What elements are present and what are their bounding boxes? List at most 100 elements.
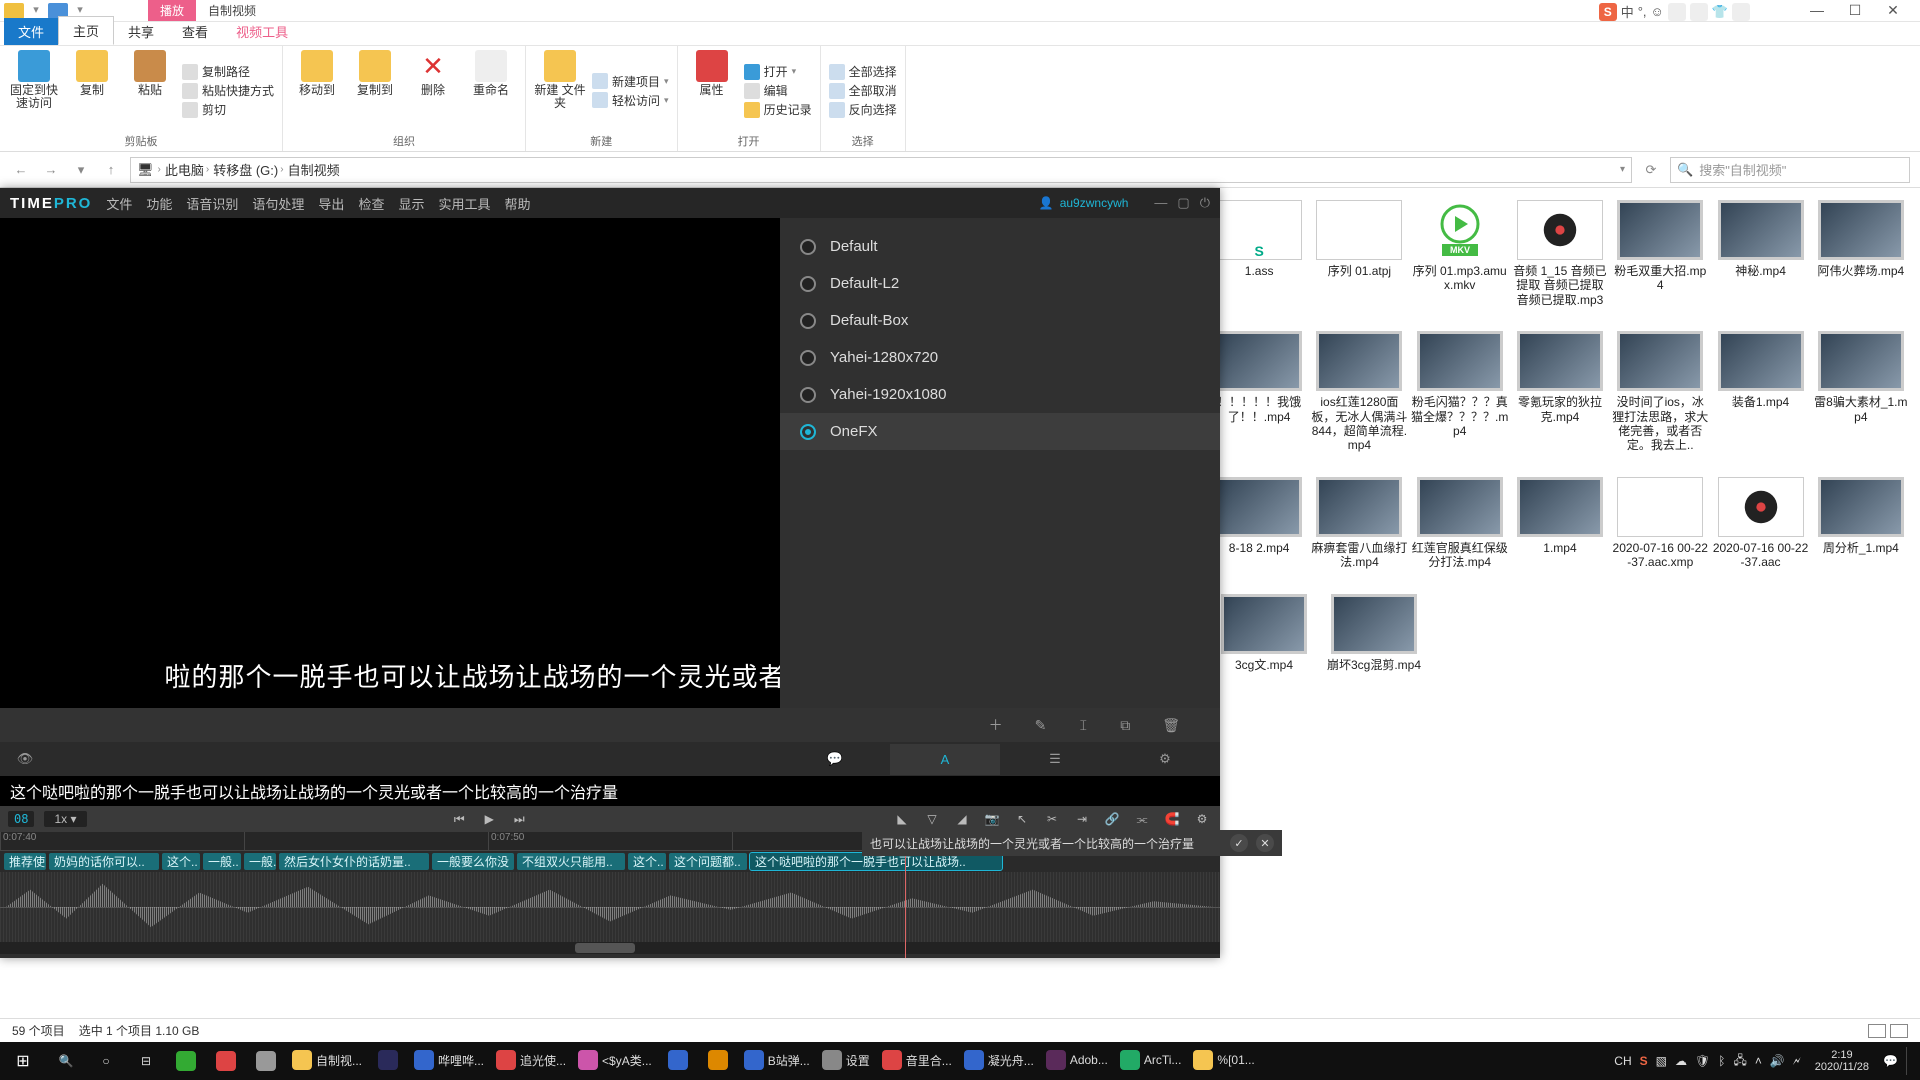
ime-kbd-icon[interactable] <box>1668 3 1686 21</box>
copy-path-button[interactable]: 复制路径 <box>182 63 274 80</box>
style-option[interactable]: Default-L2 <box>780 265 1220 302</box>
search-input[interactable]: 🔍 搜索"自制视频" <box>1670 157 1910 183</box>
up-button[interactable]: ↑ <box>100 162 122 177</box>
prev-button[interactable]: ⏮ <box>449 812 469 827</box>
subtitle-clip[interactable]: 一般. <box>244 853 276 870</box>
view-icons-button[interactable] <box>1890 1024 1908 1038</box>
tab-settings[interactable]: ⚙ <box>1110 743 1220 775</box>
copy-to-button[interactable]: 复制到 <box>349 50 401 131</box>
select-none-button[interactable]: 全部取消 <box>829 82 897 99</box>
copy-button[interactable]: 复制 <box>66 50 118 131</box>
subtitle-clip[interactable]: 推荐使 <box>4 853 46 870</box>
file-item[interactable]: S1.ass <box>1210 200 1308 307</box>
paste-button[interactable]: 粘贴 <box>124 50 176 131</box>
timeline-scrollbar[interactable] <box>0 942 1220 954</box>
marker-out-icon[interactable]: ◢ <box>952 812 972 826</box>
tray-battery-icon[interactable]: 🗲 <box>1793 1054 1801 1069</box>
pinned-app[interactable] <box>206 1042 246 1080</box>
tray-vol-icon[interactable]: 🔊 <box>1770 1054 1785 1068</box>
next-button[interactable]: ⏭ <box>509 812 529 827</box>
taskbar-app[interactable]: %[01... <box>1187 1042 1260 1080</box>
file-item[interactable]: 周分析_1.mp4 <box>1812 477 1910 570</box>
taskbar-app[interactable] <box>658 1042 698 1080</box>
snapshot-button[interactable]: 📷 <box>982 812 1002 826</box>
marker-in-icon[interactable]: ◣ <box>892 812 912 826</box>
task-view-button[interactable]: ⊟ <box>126 1042 166 1080</box>
style-option[interactable]: OneFX <box>780 413 1220 450</box>
refresh-button[interactable]: ⟳ <box>1640 162 1662 178</box>
easy-access-button[interactable]: 轻松访问▾ <box>592 92 669 109</box>
duplicate-style-button[interactable]: ⧉ <box>1120 717 1130 734</box>
file-item[interactable]: 神秘.mp4 <box>1711 200 1809 307</box>
style-option[interactable]: Default-Box <box>780 302 1220 339</box>
taskbar-app[interactable]: 自制视... <box>286 1042 368 1080</box>
tray-icon[interactable]: ▧ <box>1656 1054 1667 1068</box>
tab-share[interactable]: 共享 <box>114 18 168 45</box>
new-item-button[interactable]: 新建项目▾ <box>592 73 669 90</box>
maximize-button[interactable]: ☐ <box>1840 2 1870 19</box>
file-item[interactable]: MKV序列 01.mp3.amux.mkv <box>1411 200 1509 307</box>
file-item[interactable]: 2020-07-16 00-22-37.aac.xmp <box>1611 477 1709 570</box>
video-preview[interactable]: 啦的那个一脱手也可以让战场让战场的一个灵光或者一个比较高的一个治疗 Defaul… <box>0 218 1220 708</box>
text-cursor-button[interactable]: 𝙸 <box>1078 717 1088 734</box>
taskbar-app[interactable]: 设置 <box>816 1042 876 1080</box>
style-option[interactable]: Yahei-1280x720 <box>780 339 1220 376</box>
file-item[interactable]: 阿伟火葬场.mp4 <box>1812 200 1910 307</box>
file-item[interactable]: 1.mp4 <box>1511 477 1609 570</box>
taskbar-app[interactable]: 音里合... <box>876 1042 958 1080</box>
breadcrumb-folder[interactable]: 自制视频 <box>288 160 340 179</box>
delete-style-button[interactable]: 🗑 <box>1162 717 1180 734</box>
cursor-tool[interactable]: ↖ <box>1012 812 1032 826</box>
confirm-button[interactable]: ✓ <box>1230 834 1248 852</box>
style-option[interactable]: Yahei-1920x1080 <box>780 376 1220 413</box>
speed-selector[interactable]: 1x ▾ <box>44 811 86 827</box>
file-item[interactable]: 装备1.mp4 <box>1711 331 1809 453</box>
editor-menu-item[interactable]: 功能 <box>146 194 172 213</box>
editor-menu-item[interactable]: 实用工具 <box>438 194 490 213</box>
properties-button[interactable]: 属性 <box>686 50 738 131</box>
taskbar-app[interactable]: 凝光舟... <box>958 1042 1040 1080</box>
tab-view[interactable]: 查看 <box>168 18 222 45</box>
minimize-button[interactable]: — <box>1802 2 1832 19</box>
start-button[interactable]: ⊞ <box>0 1042 46 1080</box>
file-item[interactable]: 序列 01.atpj <box>1310 200 1408 307</box>
subtitle-clip[interactable]: 一般.. <box>203 853 241 870</box>
subtitle-clip[interactable]: 这个.. <box>162 853 200 870</box>
history-button[interactable]: 历史记录 <box>744 101 812 118</box>
file-item[interactable]: ios红莲1280面板，无冰人偶满斗844，超简单流程.mp4 <box>1310 331 1408 453</box>
editor-minimize[interactable]: — <box>1154 195 1167 211</box>
file-item[interactable]: 粉毛双重大招.mp4 <box>1611 200 1709 307</box>
taskbar-app[interactable]: <$yA类... <box>572 1042 658 1080</box>
select-all-button[interactable]: 全部选择 <box>829 63 897 80</box>
delete-button[interactable]: ✕删除 <box>407 50 459 131</box>
file-item[interactable]: 2020-07-16 00-22-37.aac <box>1711 477 1809 570</box>
editor-menu-item[interactable]: 语句处理 <box>252 194 304 213</box>
new-folder-button[interactable]: 新建 文件夹 <box>534 50 586 131</box>
visibility-toggle[interactable]: 👁 <box>0 751 50 767</box>
ime-tool-icon[interactable] <box>1690 3 1708 21</box>
tab-comment[interactable]: 💬 <box>780 743 890 775</box>
file-item[interactable]: 红莲官服真红保级分打法.mp4 <box>1411 477 1509 570</box>
subtitle-clip[interactable]: 奶妈的话你可以.. <box>49 853 159 870</box>
style-option[interactable]: Default <box>780 228 1220 265</box>
subtitle-clip[interactable]: 这个.. <box>628 853 666 870</box>
edit-button[interactable]: 编辑 <box>744 82 812 99</box>
link-tool[interactable]: 🔗 <box>1102 812 1122 826</box>
subtitle-clip[interactable]: 然后女仆女仆的话奶量.. <box>279 853 429 870</box>
file-item[interactable]: 音频 1_15 音频已提取 音频已提取 音频已提取.mp3 <box>1511 200 1609 307</box>
ime-s-icon[interactable]: S <box>1640 1054 1648 1068</box>
back-button[interactable]: ← <box>10 162 32 177</box>
editor-maximize[interactable]: ▢ <box>1177 195 1189 211</box>
file-item[interactable]: 粉毛闪猫？？？真猫全爆？？？？.mp4 <box>1411 331 1509 453</box>
split-tool[interactable]: ⇥ <box>1072 812 1092 826</box>
clock[interactable]: 2:19 2020/11/28 <box>1809 1049 1875 1073</box>
tab-file[interactable]: 文件 <box>4 18 58 45</box>
subtitle-clip[interactable]: 这个问题都.. <box>669 853 747 870</box>
file-item[interactable]: ！！！！！我饿了！！.mp4 <box>1210 331 1308 453</box>
marker-mid-icon[interactable]: ▽ <box>922 812 942 826</box>
breadcrumb-this-pc[interactable]: 此电脑› <box>165 160 209 179</box>
ime-menu-icon[interactable] <box>1732 3 1750 21</box>
notifications-button[interactable]: 💬 <box>1883 1054 1898 1068</box>
tray-net-icon[interactable]: 🖧 <box>1733 1051 1746 1072</box>
rename-button[interactable]: 重命名 <box>465 50 517 131</box>
